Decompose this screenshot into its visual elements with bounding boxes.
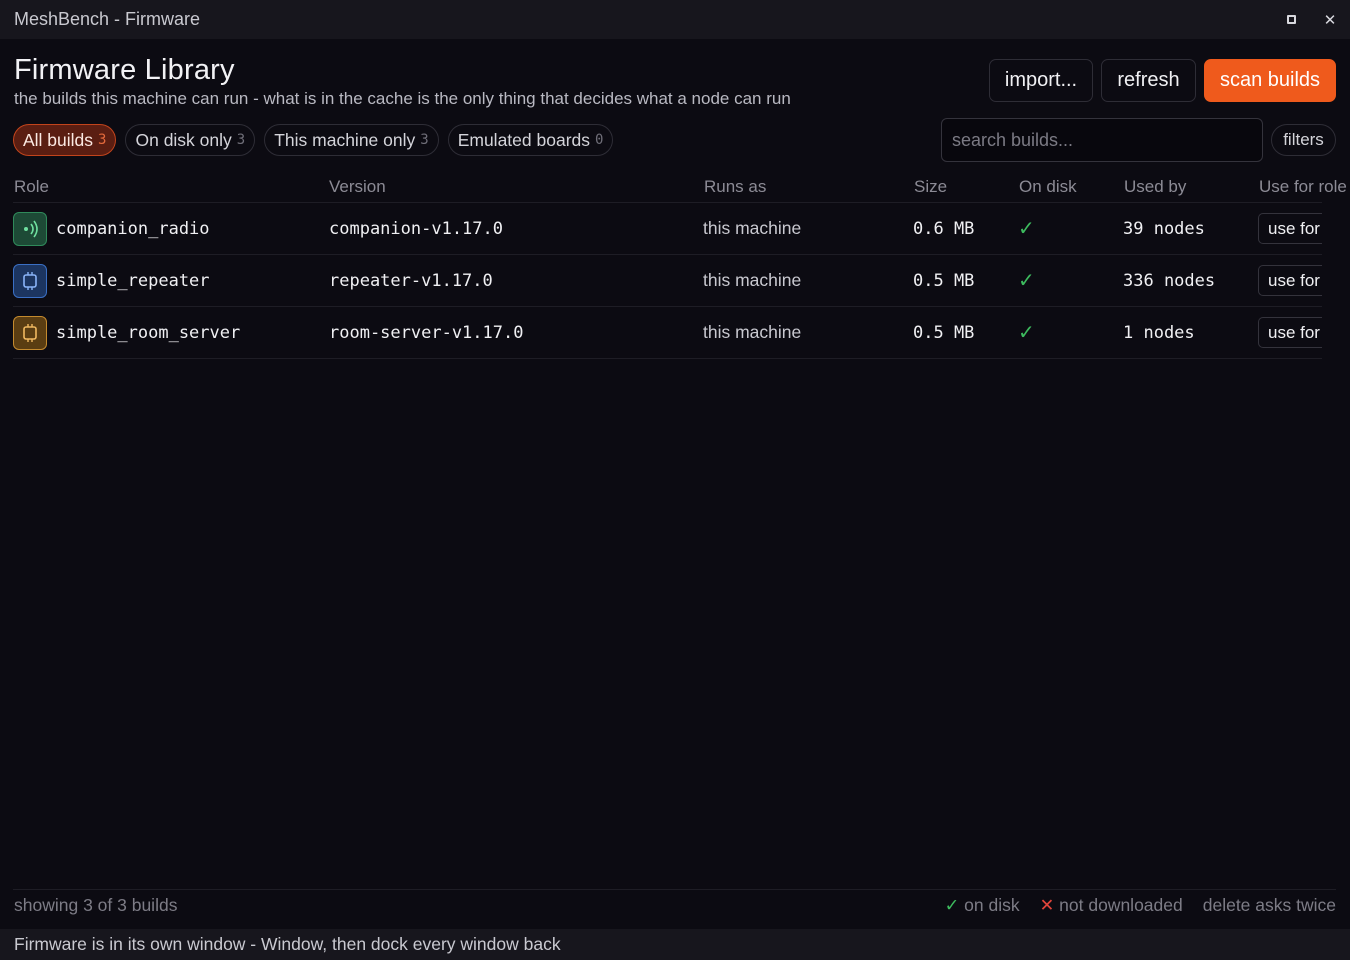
chip-count: 3 (98, 132, 107, 148)
role-cell: simple_repeater (13, 255, 210, 306)
table-row[interactable]: companion_radio companion-v1.17.0 this m… (13, 203, 1322, 255)
refresh-button[interactable]: refresh (1101, 59, 1196, 102)
radio-wave-icon (13, 211, 47, 246)
chip-label: On disk only (135, 129, 232, 150)
chip-this-machine-only[interactable]: This machine only 3 (264, 124, 439, 156)
header-version[interactable]: Version (329, 177, 386, 197)
size-cell: 0.5 MB (913, 322, 975, 343)
version-cell: companion-v1.17.0 (329, 218, 503, 239)
runs-as-cell: this machine (703, 218, 802, 238)
used-by-cell: 1 nodes (1123, 322, 1195, 343)
legend-not-downloaded: ✕ not downloaded (1040, 895, 1183, 916)
page-subtitle: the builds this machine can run - what i… (14, 89, 791, 108)
x-icon: ✕ (1039, 895, 1055, 915)
import-button[interactable]: import... (989, 59, 1093, 102)
size-cell: 0.6 MB (913, 218, 975, 239)
close-button[interactable]: ✕ (1315, 0, 1345, 39)
use-for-cell: use for (1258, 255, 1322, 306)
table-header: Role Version Runs as Size On disk Used b… (13, 170, 1347, 203)
use-for-role-button[interactable]: use for (1258, 213, 1322, 244)
chip-label: All builds (23, 129, 94, 150)
table-row[interactable]: simple_room_server room-server-v1.17.0 t… (13, 307, 1322, 359)
role-cell: companion_radio (13, 203, 210, 254)
chip-label: This machine only (274, 129, 416, 150)
header-used-by[interactable]: Used by (1124, 177, 1186, 197)
version-cell: repeater-v1.17.0 (329, 270, 493, 291)
close-icon: ✕ (1323, 11, 1337, 29)
header-runs-as[interactable]: Runs as (704, 177, 766, 197)
role-name: companion_radio (56, 218, 210, 239)
role-cell: simple_room_server (13, 307, 240, 358)
firmware-table: Role Version Runs as Size On disk Used b… (13, 170, 1347, 359)
status-bar: Firmware is in its own window - Window, … (0, 929, 1350, 960)
chip-on-disk-only[interactable]: On disk only 3 (125, 124, 256, 156)
filter-chips: All builds 3 On disk only 3 This machine… (13, 124, 614, 156)
chip-all-builds[interactable]: All builds 3 (13, 124, 117, 156)
used-by-cell: 39 nodes (1123, 218, 1205, 239)
runs-as-cell: this machine (703, 322, 802, 342)
chip-count: 0 (595, 132, 604, 148)
check-icon: ✓ (944, 895, 960, 915)
use-for-role-button[interactable]: use for (1258, 317, 1322, 348)
status-text: Firmware is in its own window - Window, … (14, 934, 561, 954)
chip-count: 3 (420, 132, 429, 148)
table-row[interactable]: simple_repeater repeater-v1.17.0 this ma… (13, 255, 1322, 307)
runs-as-cell: this machine (703, 270, 802, 290)
header-on-disk[interactable]: On disk (1019, 177, 1077, 197)
size-cell: 0.5 MB (913, 270, 975, 291)
chip-icon (13, 315, 47, 350)
legend-on-disk-label: on disk (964, 895, 1020, 915)
use-for-cell: use for (1258, 203, 1322, 254)
chip-emulated-boards[interactable]: Emulated boards 0 (447, 124, 614, 156)
filters-button[interactable]: filters (1271, 124, 1336, 156)
search-input[interactable]: search builds... (941, 118, 1263, 162)
chip-count: 3 (236, 132, 246, 148)
header-size[interactable]: Size (914, 177, 947, 197)
role-name: simple_room_server (56, 322, 241, 343)
use-for-cell: use for (1258, 307, 1322, 358)
maximize-icon (1286, 15, 1296, 24)
on-disk-check-icon: ✓ (1018, 322, 1035, 344)
legend-delete-hint: delete asks twice (1202, 895, 1336, 915)
chip-icon (13, 263, 47, 298)
footer-divider (13, 889, 1336, 890)
legend: ✓ on disk ✕ not downloaded delete asks t… (945, 895, 1336, 916)
search-placeholder: search builds... (952, 129, 1074, 150)
on-disk-check-icon: ✓ (1018, 218, 1035, 240)
header-use-for-role[interactable]: Use for role (1259, 177, 1347, 197)
maximize-button[interactable] (1276, 0, 1306, 39)
use-for-role-button[interactable]: use for (1258, 265, 1322, 296)
used-by-cell: 336 nodes (1123, 270, 1216, 291)
header-role[interactable]: Role (14, 177, 49, 197)
chip-label: Emulated boards (457, 129, 591, 150)
page-title: Firmware Library (14, 54, 235, 86)
on-disk-check-icon: ✓ (1018, 270, 1035, 292)
role-name: simple_repeater (56, 270, 210, 291)
version-cell: room-server-v1.17.0 (329, 322, 524, 343)
window-titlebar: MeshBench - Firmware ✕ (0, 0, 1350, 39)
legend-not-downloaded-label: not downloaded (1059, 895, 1183, 915)
showing-count: showing 3 of 3 builds (14, 895, 178, 915)
legend-on-disk: ✓ on disk (945, 895, 1020, 916)
window-title: MeshBench - Firmware (14, 9, 201, 29)
scan-builds-button[interactable]: scan builds (1204, 59, 1336, 102)
